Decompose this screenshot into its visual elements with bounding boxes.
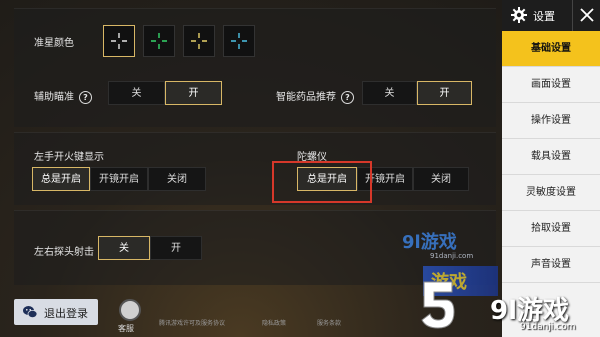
settings-sidebar: 设置 基础设置 画面设置 操作设置 载具设置 灵敏度设置 拾取设置 声音设置 <box>502 0 600 337</box>
sidebar-item-0[interactable]: 基础设置 <box>502 31 600 67</box>
help-icon[interactable]: ? <box>341 90 354 104</box>
sidebar-header: 设置 <box>502 0 600 31</box>
peek-fire-toggle: 关 开 <box>98 236 202 260</box>
footer-link-terms[interactable]: 服务条款 <box>317 318 341 327</box>
aim-assist-off[interactable]: 关 <box>108 81 165 105</box>
crosshair-icon <box>111 33 127 49</box>
highlight-box <box>272 161 372 203</box>
customer-service-icon <box>119 299 141 321</box>
left-fire-scope[interactable]: 开镜开启 <box>90 167 148 191</box>
panel-basic <box>14 8 496 127</box>
sidebar-item-6[interactable]: 声音设置 <box>502 247 600 283</box>
watermark-url: 91danji.com <box>520 322 576 332</box>
logout-button[interactable]: 退出登录 <box>14 299 98 325</box>
aim-assist-on[interactable]: 开 <box>165 81 222 105</box>
crosshair-icon <box>151 33 167 49</box>
left-fire-always[interactable]: 总是开启 <box>32 167 90 191</box>
aim-assist-text: 辅助瞄准 <box>34 92 74 103</box>
sidebar-item-2[interactable]: 操作设置 <box>502 103 600 139</box>
crosshair-icon <box>191 33 207 49</box>
left-fire-options: 总是开启 开镜开启 关闭 <box>32 167 206 191</box>
crosshair-color-label: 准星颜色 <box>34 38 74 49</box>
crosshair-swatch-yellow[interactable] <box>183 25 215 57</box>
smart-med-toggle: 关 开 <box>362 81 472 105</box>
watermark-five-logo <box>421 281 455 329</box>
sidebar-item-5[interactable]: 拾取设置 <box>502 211 600 247</box>
close-button[interactable] <box>572 0 600 31</box>
smart-med-on[interactable]: 开 <box>417 81 472 105</box>
crosshair-swatch-cyan[interactable] <box>223 25 255 57</box>
sidebar-title: 设置 <box>533 10 555 23</box>
aim-assist-toggle: 关 开 <box>108 81 222 105</box>
close-icon <box>580 8 594 22</box>
peek-fire-off[interactable]: 关 <box>98 236 150 260</box>
customer-service-label: 客服 <box>118 324 134 333</box>
left-fire-off[interactable]: 关闭 <box>148 167 206 191</box>
aim-assist-label: 辅助瞄准? <box>34 88 92 104</box>
footer-link-license[interactable]: 腾讯游戏许可及服务协议 <box>159 318 225 327</box>
sidebar-item-1[interactable]: 画面设置 <box>502 67 600 103</box>
sidebar-item-3[interactable]: 载具设置 <box>502 139 600 175</box>
help-icon[interactable]: ? <box>79 90 92 104</box>
customer-service-button[interactable]: 客服 <box>116 299 144 335</box>
sidebar-item-4[interactable]: 灵敏度设置 <box>502 175 600 211</box>
smart-med-label: 智能药品推荐? <box>276 88 354 104</box>
logout-label: 退出登录 <box>44 307 88 320</box>
crosshair-swatch-white[interactable] <box>103 25 135 57</box>
smart-med-text: 智能药品推荐 <box>276 92 336 103</box>
watermark-mid: 9l游戏 <box>402 232 457 253</box>
footer-link-privacy[interactable]: 隐私政策 <box>262 318 286 327</box>
crosshair-icon <box>231 33 247 49</box>
peek-fire-on[interactable]: 开 <box>150 236 202 260</box>
crosshair-swatch-green[interactable] <box>143 25 175 57</box>
gear-icon <box>511 7 527 23</box>
wechat-icon <box>23 306 38 318</box>
peek-fire-label: 左右探头射击 <box>34 247 94 258</box>
gyro-off[interactable]: 关闭 <box>413 167 469 191</box>
smart-med-off[interactable]: 关 <box>362 81 417 105</box>
watermark-mid-url: 91danji.com <box>430 252 474 260</box>
left-fire-label: 左手开火键显示 <box>34 152 104 163</box>
